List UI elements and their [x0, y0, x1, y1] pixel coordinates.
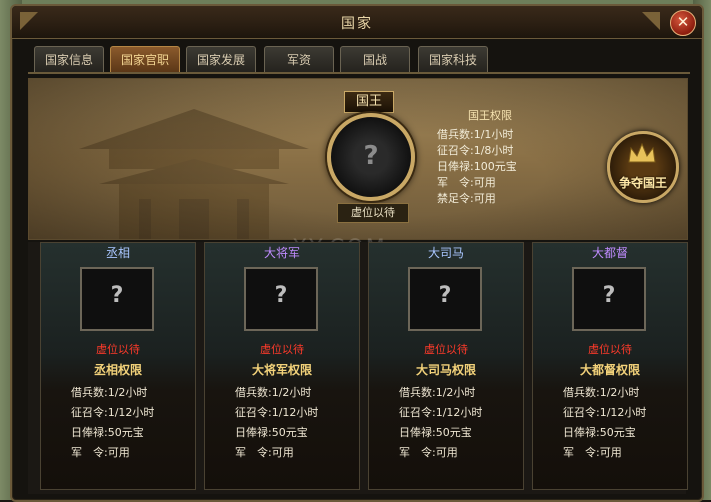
king-rights: 国王权限 借兵数:1/1小时 征召令:1/8小时 日俸禄:100元宝 军 令:可…: [425, 107, 555, 207]
officer-status: 虚位以待: [588, 343, 632, 356]
king-right-line: 借兵数:1/1小时: [437, 128, 514, 141]
officer-rights-title: 大将军权限: [251, 363, 312, 377]
officer-rights: 借兵数:1/2小时 征召令:1/12小时 日俸禄:50元宝 军 令:可用: [235, 383, 318, 463]
officer-right-line: 军 令:可用: [399, 446, 458, 459]
king-portrait-placeholder: ?: [363, 141, 379, 171]
officer-rights-title: 大都督权限: [579, 363, 640, 377]
tab-country-info[interactable]: 国家信息: [34, 46, 104, 73]
tab-country-development[interactable]: 国家发展: [186, 46, 256, 73]
officer-card-grand-general: 大将军 ? 虚位以待 大将军权限 借兵数:1/2小时 征召令:1/12小时 日俸…: [204, 242, 360, 490]
tab-country-officials[interactable]: 国家官职: [110, 46, 180, 73]
officer-rights: 借兵数:1/2小时 征召令:1/12小时 日俸禄:50元宝 军 令:可用: [399, 383, 482, 463]
officer-portrait[interactable]: ?: [80, 267, 154, 331]
king-status: 虚位以待: [337, 203, 409, 223]
officer-rights: 借兵数:1/2小时 征召令:1/12小时 日俸禄:50元宝 军 令:可用: [563, 383, 646, 463]
officer-right-line: 借兵数:1/2小时: [235, 386, 312, 399]
officer-cards: 丞相 ? 虚位以待 丞相权限 借兵数:1/2小时 征召令:1/12小时 日俸禄:…: [28, 242, 688, 494]
country-window: 国家 ✕ 国家信息 国家官职 国家发展 军资 国战 国家科技 国王 ? 虚位以待…: [10, 4, 704, 502]
officer-right-line: 征召令:1/12小时: [71, 406, 155, 419]
officer-portrait[interactable]: ?: [572, 267, 646, 331]
officer-placeholder: ?: [110, 283, 124, 308]
officer-right-line: 借兵数:1/2小时: [71, 386, 148, 399]
officer-status: 虚位以待: [260, 343, 304, 356]
officer-card-chancellor: 丞相 ? 虚位以待 丞相权限 借兵数:1/2小时 征召令:1/12小时 日俸禄:…: [40, 242, 196, 490]
tab-country-tech[interactable]: 国家科技: [418, 46, 488, 73]
close-button[interactable]: ✕: [670, 10, 696, 36]
king-panel: 国王 ? 虚位以待 国王权限 借兵数:1/1小时 征召令:1/8小时 日俸禄:1…: [28, 78, 688, 240]
officer-right-line: 日俸禄:50元宝: [235, 426, 308, 439]
officer-status: 虚位以待: [96, 343, 140, 356]
officer-right-line: 借兵数:1/2小时: [399, 386, 476, 399]
tab-national-war[interactable]: 国战: [340, 46, 410, 73]
king-rights-title: 国王权限: [468, 109, 512, 122]
officer-right-line: 征召令:1/12小时: [399, 406, 483, 419]
officer-right-line: 日俸禄:50元宝: [399, 426, 472, 439]
king-right-line: 禁足令:可用: [437, 192, 496, 205]
officer-right-line: 征召令:1/12小时: [235, 406, 319, 419]
officer-placeholder: ?: [438, 283, 452, 308]
officer-title: 大将军: [263, 246, 300, 260]
officer-portrait[interactable]: ?: [244, 267, 318, 331]
officer-title: 大都督: [591, 246, 628, 260]
crown-icon: [628, 142, 656, 163]
officer-right-line: 日俸禄:50元宝: [71, 426, 144, 439]
officer-status: 虚位以待: [424, 343, 468, 356]
officer-portrait[interactable]: ?: [408, 267, 482, 331]
officer-placeholder: ?: [602, 283, 616, 308]
officer-right-line: 军 令:可用: [71, 446, 130, 459]
officer-card-grand-commander: 大都督 ? 虚位以待 大都督权限 借兵数:1/2小时 征召令:1/12小时 日俸…: [532, 242, 688, 490]
officer-rights-title: 丞相权限: [93, 363, 142, 377]
king-right-line: 军 令:可用: [437, 176, 496, 189]
officer-right-line: 征召令:1/12小时: [563, 406, 647, 419]
king-portrait[interactable]: ?: [327, 113, 415, 201]
contest-king-button[interactable]: 争夺国王: [607, 131, 679, 203]
officer-card-grand-marshal: 大司马 ? 虚位以待 大司马权限 借兵数:1/2小时 征召令:1/12小时 日俸…: [368, 242, 524, 490]
officer-placeholder: ?: [274, 283, 288, 308]
officer-right-line: 借兵数:1/2小时: [563, 386, 640, 399]
king-right-line: 日俸禄:100元宝: [437, 160, 517, 173]
officer-rights: 借兵数:1/2小时 征召令:1/12小时 日俸禄:50元宝 军 令:可用: [71, 383, 154, 463]
window-title: 国家: [341, 16, 373, 32]
contest-king-label: 争夺国王: [618, 176, 667, 190]
king-right-line: 征召令:1/8小时: [437, 144, 514, 157]
king-title: 国王: [344, 91, 394, 113]
title-bar: 国家 ✕: [12, 6, 702, 39]
officer-right-line: 军 令:可用: [563, 446, 622, 459]
officer-right-line: 日俸禄:50元宝: [563, 426, 636, 439]
tab-military-supplies[interactable]: 军资: [264, 46, 334, 73]
tab-divider: [28, 72, 690, 74]
corner-ornament-icon: [642, 12, 660, 30]
officer-right-line: 军 令:可用: [235, 446, 294, 459]
officer-rights-title: 大司马权限: [415, 363, 476, 377]
officer-title: 丞相: [105, 246, 130, 260]
officer-title: 大司马: [427, 246, 464, 260]
